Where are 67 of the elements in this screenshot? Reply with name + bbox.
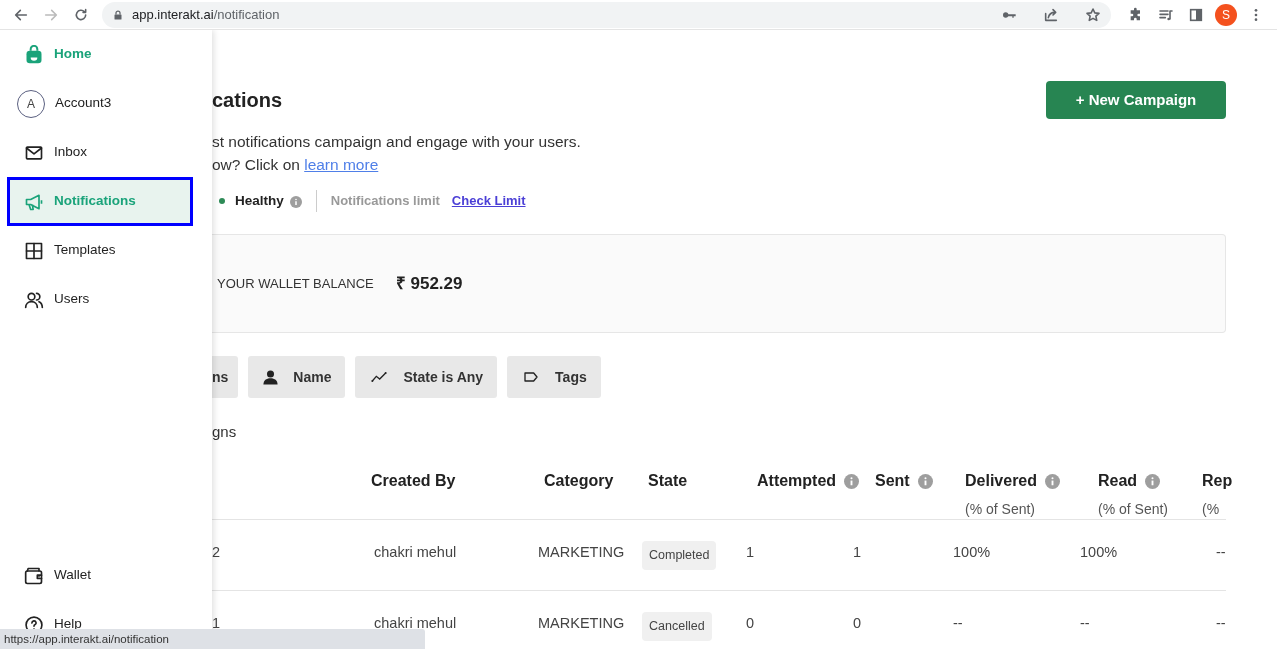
column-header: Delivered: [965, 471, 1038, 491]
new-campaign-button[interactable]: + New Campaign: [1046, 81, 1226, 119]
column-header: Created By: [371, 471, 456, 491]
table-cell: --: [953, 615, 963, 631]
grid-icon: [24, 240, 44, 261]
lock-icon: [112, 8, 124, 21]
filter-button[interactable]: Tags: [507, 356, 601, 398]
table-cell: chakri mehul: [374, 544, 457, 560]
table-cell: 1: [746, 544, 755, 560]
filter-button[interactable]: State is Any: [355, 356, 498, 398]
wallet-label: YOUR WALLET BALANCE: [217, 274, 374, 293]
table-cell: chakri mehul: [374, 615, 457, 631]
filter-button[interactable]: Name: [248, 356, 346, 398]
column-header: Rep: [1202, 471, 1233, 491]
sidebar-item[interactable]: Templates: [0, 226, 205, 275]
health-status: Healthy: [235, 191, 284, 210]
share-icon[interactable]: [1043, 6, 1059, 23]
link-preview-tooltip: https://app.interakt.ai/notification: [0, 629, 425, 649]
table-cell: 0: [853, 615, 862, 631]
list-title: gns: [212, 422, 238, 442]
sidebar-item[interactable]: Inbox: [0, 128, 205, 177]
state-badge: Cancelled: [642, 612, 712, 641]
column-header: State: [648, 471, 688, 491]
sidebar-item[interactable]: Wallet: [0, 551, 205, 600]
table-cell: MARKETING: [538, 615, 625, 631]
column-header: Read: [1098, 471, 1138, 491]
url-text[interactable]: app.interakt.ai/notification: [132, 4, 280, 25]
page-title: cations: [212, 88, 283, 113]
wallet-icon: [24, 565, 44, 586]
info-icon[interactable]: [1045, 473, 1061, 489]
table-cell: MARKETING: [538, 544, 625, 560]
reload-icon[interactable]: [73, 6, 89, 23]
sidebar-item[interactable]: A Account3: [0, 79, 205, 128]
table-cell: 0: [746, 615, 755, 631]
status-dot-icon: [219, 198, 225, 204]
table-cell: 2: [212, 544, 221, 560]
column-header: Category: [544, 471, 614, 491]
limit-label: Notifications limit: [330, 192, 440, 211]
table-cell: --: [1080, 615, 1090, 631]
bag-icon: [24, 44, 44, 65]
help-text: ow? Click on learn more: [212, 155, 380, 175]
info-icon[interactable]: [1145, 473, 1161, 489]
table-cell: 100%: [953, 544, 991, 560]
description-text: st notifications campaign and engage with your users.: [212, 132, 582, 152]
table-cell: 1: [212, 615, 221, 631]
table-cell: --: [1216, 544, 1226, 560]
column-subheader: (% of Sent): [965, 500, 1036, 519]
table-cell: 100%: [1080, 544, 1118, 560]
column-subheader: (%: [1202, 500, 1220, 519]
state-badge: Completed: [642, 541, 717, 570]
info-icon[interactable]: [289, 196, 302, 208]
wallet-amount: ₹ 952.29: [395, 272, 463, 295]
info-icon[interactable]: [844, 473, 860, 489]
column-header: Attempted: [757, 471, 837, 491]
table-cell: 1: [853, 544, 862, 560]
person-icon: [262, 368, 280, 386]
info-icon[interactable]: [917, 473, 933, 489]
learn-more-link[interactable]: learn more: [304, 156, 379, 173]
filter-button[interactable]: ns: [212, 356, 239, 398]
column-header: Sent: [875, 471, 910, 491]
column-subheader: (% of Sent): [1098, 500, 1169, 519]
sidebar-item[interactable]: Users: [0, 275, 205, 324]
address-bar[interactable]: app.interakt.ai/notification: [102, 1, 1111, 28]
star-icon[interactable]: [1085, 6, 1101, 23]
table-cell: --: [1216, 615, 1226, 631]
side-panel-icon[interactable]: [1188, 6, 1204, 23]
check-limit-link[interactable]: Check Limit: [451, 191, 526, 211]
